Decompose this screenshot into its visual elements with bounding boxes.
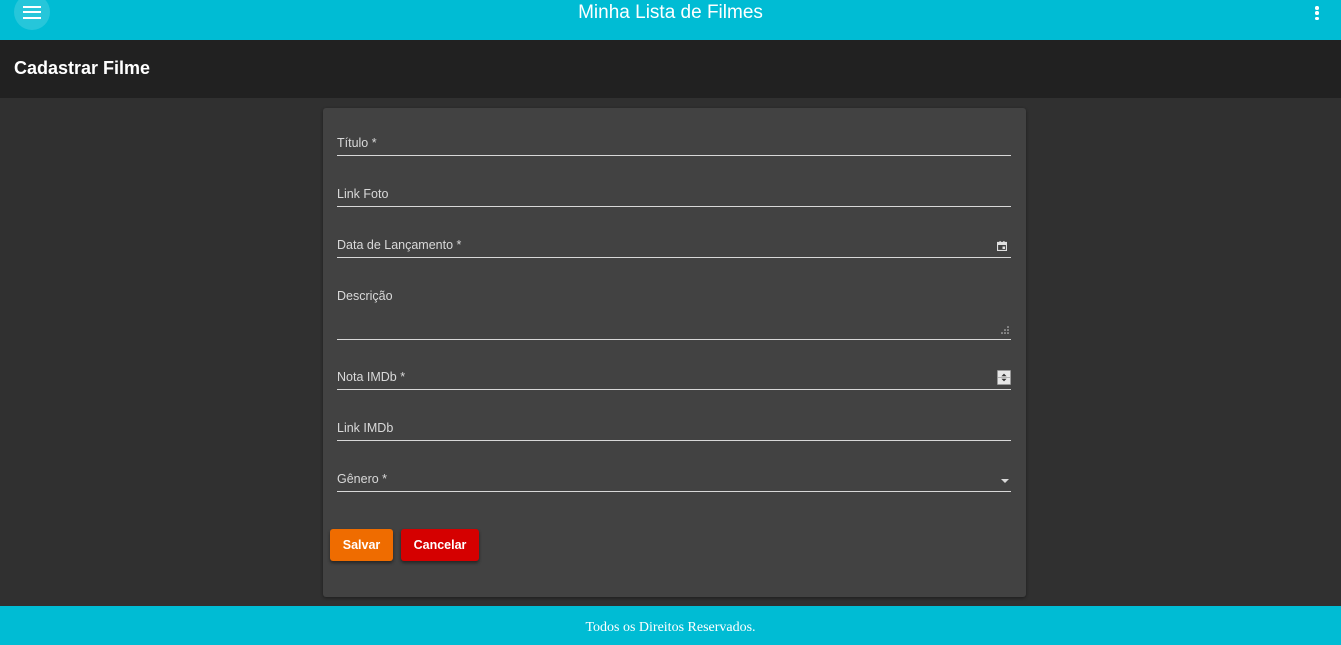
- save-button[interactable]: Salvar: [330, 529, 393, 561]
- calendar-icon[interactable]: [997, 241, 1007, 251]
- movie-form-card: Título * Link Foto Data de Lançamento * …: [323, 108, 1026, 597]
- top-toolbar: Minha Lista de Filmes: [0, 0, 1341, 40]
- number-stepper-icon[interactable]: [997, 370, 1011, 385]
- app-title: Minha Lista de Filmes: [578, 2, 763, 23]
- more-vertical-icon: [1315, 6, 1319, 20]
- genre-select-label: Gênero *: [337, 472, 388, 486]
- page-title: Cadastrar Filme: [14, 58, 151, 78]
- title-input[interactable]: [337, 126, 1011, 155]
- footer: Todos os Direitos Reservados.: [0, 606, 1341, 645]
- imdb-rating-input[interactable]: [337, 360, 977, 389]
- more-options-button[interactable]: [1311, 4, 1323, 22]
- dropdown-arrow-icon: [1001, 479, 1009, 483]
- imdb-rating-field[interactable]: Nota IMDb *: [337, 360, 1011, 390]
- footer-text: Todos os Direitos Reservados.: [585, 620, 756, 635]
- page-header: Cadastrar Filme: [0, 40, 1341, 98]
- photo-link-field[interactable]: Link Foto: [337, 177, 1011, 207]
- cancel-button[interactable]: Cancelar: [401, 529, 479, 561]
- description-field[interactable]: Descrição: [337, 279, 1011, 340]
- photo-link-input[interactable]: [337, 177, 1011, 206]
- release-date-field-label: Data de Lançamento *: [337, 238, 462, 252]
- description-textarea[interactable]: [337, 279, 1011, 339]
- imdb-link-input[interactable]: [337, 411, 1011, 440]
- title-field[interactable]: Título *: [337, 126, 1011, 156]
- release-date-field[interactable]: Data de Lançamento *: [337, 228, 1011, 258]
- imdb-link-field[interactable]: Link IMDb: [337, 411, 1011, 441]
- resize-handle-icon[interactable]: [1001, 326, 1009, 334]
- genre-select[interactable]: Gênero *: [337, 462, 1011, 492]
